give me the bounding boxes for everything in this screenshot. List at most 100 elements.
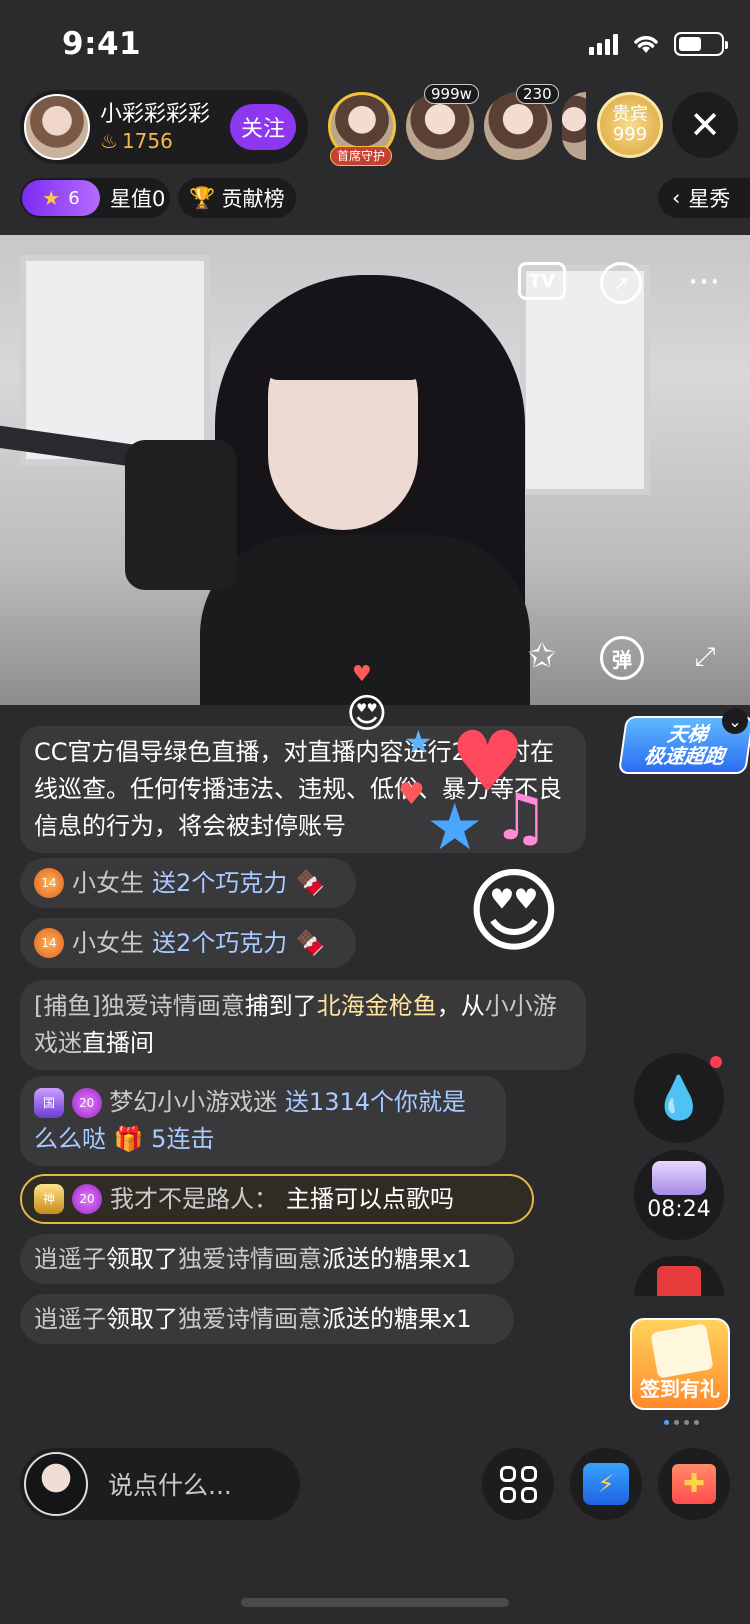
more-functions-button[interactable] [482, 1448, 554, 1520]
danmu-icon: 弹 [612, 647, 632, 672]
chat-username[interactable]: 逍遥子 [34, 1301, 106, 1337]
xingxiu-button[interactable]: ‹ 星秀 [658, 178, 750, 218]
candy-tail: 派送的糖果x1 [322, 1305, 472, 1333]
chat-username[interactable]: 梦幻小小游戏迷 [109, 1088, 277, 1116]
fish-mid: 捕到了 [244, 992, 317, 1020]
fish-item: 北海金枪鱼 [316, 992, 437, 1020]
floating-heart-icon: ♥ [352, 662, 372, 687]
combo-count: 5连击 [151, 1125, 215, 1153]
gift-icon: ✚ [672, 1464, 716, 1504]
fullscreen-icon: ⤢ [694, 641, 716, 672]
chat-username[interactable]: 我才不是路人： [110, 1181, 278, 1217]
chat-username[interactable]: 小女生 [72, 865, 144, 901]
candy-mid: 领取了 [106, 1305, 178, 1333]
treasure-icon [652, 1160, 706, 1195]
battery-icon [674, 32, 728, 56]
chocolate-icon: 🍫 [295, 869, 326, 897]
user-level-badge: 14 [34, 868, 64, 898]
fullscreen-button[interactable]: ⤢ [688, 640, 722, 674]
chat-candy-message[interactable]: 逍遥子 领取了 独爱诗情画意 派送的糖果x1 [20, 1294, 514, 1344]
fish-prefix: [捕鱼] [34, 992, 101, 1020]
star-icon: ★ [42, 186, 61, 210]
chat-username[interactable]: 小女生 [72, 925, 144, 961]
close-button[interactable]: ✕ [672, 92, 738, 158]
level-value: 6 [68, 187, 80, 209]
floating-star-icon: ★ [404, 723, 433, 761]
checkin-label: 签到有礼 [640, 1377, 720, 1401]
pin-button[interactable]: ✩ [522, 636, 562, 676]
treasure-button[interactable]: 08:24 [634, 1150, 724, 1240]
viewer-avatar[interactable] [562, 92, 586, 160]
candy-from[interactable]: 独爱诗情画意 [178, 1301, 322, 1337]
chat-username[interactable]: 独爱诗情画意 [101, 992, 245, 1020]
vip-coin[interactable]: 贵宾 999 [597, 92, 663, 158]
red-packet-icon [657, 1266, 701, 1296]
danmu-button[interactable]: 弹 [600, 636, 644, 680]
home-indicator [241, 1598, 509, 1607]
shop-button[interactable]: ⚡ [570, 1448, 642, 1520]
guard-badge: 首席守护 [330, 146, 393, 166]
chat-gift-message[interactable]: 14 小女生 送2个巧克力 🍫 [20, 858, 356, 908]
vip-count: 999 [612, 124, 648, 145]
candy-mid: 领取了 [106, 1245, 178, 1273]
chat-text: 主播可以点歌吗 [286, 1185, 454, 1213]
chat-highlight-message[interactable]: 神 20 我才不是路人： 主播可以点歌吗 [20, 1174, 534, 1224]
anchor-heat: ♨ 1756 [100, 129, 230, 153]
chocolate-icon: 🍫 [295, 929, 326, 957]
trophy-icon: 🏆 [189, 185, 216, 210]
signal-icon [589, 33, 618, 55]
shop-icon: ⚡ [583, 1463, 629, 1505]
noble-badge: 神 [34, 1184, 64, 1214]
status-time: 9:41 [62, 26, 142, 62]
xingxiu-label: 星秀 [688, 187, 731, 211]
notification-dot [710, 1056, 722, 1068]
promo-collapse-button[interactable]: ⌄ [722, 708, 748, 734]
anchor-info[interactable]: 小彩彩彩彩 ♨ 1756 关注 [20, 90, 308, 164]
star-value: 星值0 [110, 187, 166, 211]
viewer-badge: 999w [424, 84, 479, 104]
level-badge: ★ 6 [22, 180, 100, 216]
gift-text: 送2个巧克力 [152, 869, 288, 897]
user-avatar[interactable] [24, 1452, 88, 1516]
promo-line1: 天梯 [665, 722, 710, 746]
carousel-dots [664, 1420, 699, 1425]
vip-label: 贵宾 [612, 104, 648, 125]
gift-text: 送2个巧克力 [152, 929, 288, 957]
checkin-reward-button[interactable]: 签到有礼 [630, 1318, 730, 1410]
live-video[interactable] [0, 235, 750, 705]
anchor-name: 小彩彩彩彩 [100, 102, 211, 127]
user-level-badge: 20 [71, 1088, 102, 1118]
candy-tail: 派送的糖果x1 [322, 1245, 472, 1273]
contribution-button[interactable]: 🏆 贡献榜 [178, 178, 296, 218]
more-button[interactable]: ··· [684, 262, 724, 302]
red-packet-button[interactable] [634, 1256, 724, 1296]
floating-heart-icon: ♥ [398, 777, 425, 812]
promo-line2: 极速超跑 [642, 744, 727, 768]
anchor-avatar[interactable] [24, 94, 90, 160]
level-pill[interactable]: ★ 6 星值0 [20, 178, 170, 218]
gift-button[interactable]: ✚ [658, 1448, 730, 1520]
fish-tail: ，从 [436, 992, 485, 1020]
chat-candy-message[interactable]: 逍遥子 领取了 独爱诗情画意 派送的糖果x1 [20, 1234, 514, 1284]
tv-button[interactable]: TV [518, 262, 566, 300]
water-drop-icon: 💧 [652, 1073, 706, 1122]
anchor-heat-value: 1756 [121, 129, 173, 153]
chat-input-placeholder: 说点什么... [108, 1471, 232, 1500]
follow-button[interactable]: 关注 [230, 104, 296, 150]
chat-input[interactable]: 说点什么... [20, 1448, 300, 1520]
chat-gift-message[interactable]: 14 小女生 送2个巧克力 🍫 [20, 918, 356, 968]
floating-love-face-icon: 😍 [466, 858, 562, 965]
wifi-icon [634, 36, 658, 53]
checkin-icon [650, 1323, 714, 1379]
share-icon: ↗ [612, 271, 630, 295]
treasure-timer: 08:24 [647, 1196, 711, 1222]
chat-combo-message[interactable]: 国 20 梦幻小小游戏迷 送1314个你就是 么么哒 🎁 5连击 [20, 1076, 506, 1166]
candy-from[interactable]: 独爱诗情画意 [178, 1241, 322, 1277]
more-icon: ··· [687, 262, 721, 302]
chat-username[interactable]: 逍遥子 [34, 1241, 106, 1277]
share-button[interactable]: ↗ [600, 262, 642, 304]
chat-fishing-message[interactable]: [捕鱼]独爱诗情画意捕到了北海金枪鱼，从小小游戏迷直播间 [20, 980, 586, 1070]
floating-music-icon: ♫ [492, 781, 550, 855]
water-drop-button[interactable]: 💧 [634, 1053, 724, 1143]
gift-text-cont: 么么哒 [34, 1125, 106, 1153]
